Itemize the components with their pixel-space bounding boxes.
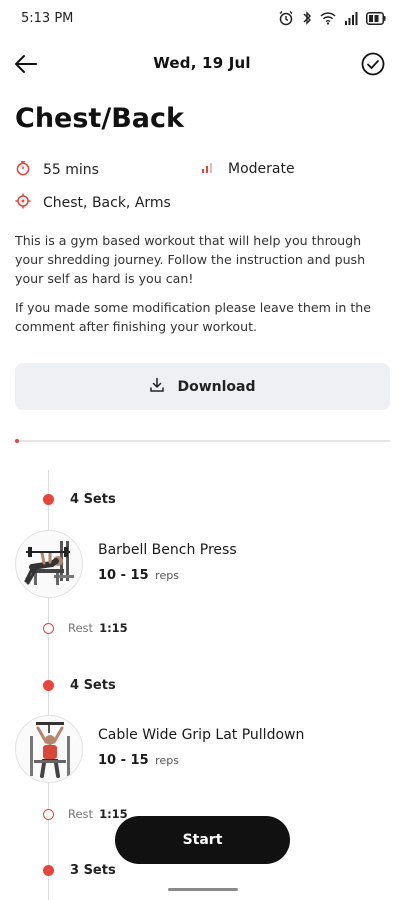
reps-range: 10 - 15 bbox=[98, 753, 149, 768]
target-icon bbox=[15, 193, 31, 213]
exercise-item[interactable]: Cable Wide Grip Lat Pulldown 10 - 15 rep… bbox=[15, 715, 390, 785]
rest-time: 1:15 bbox=[99, 807, 128, 821]
bluetooth-icon bbox=[302, 10, 312, 26]
bench-press-image bbox=[24, 541, 74, 585]
timeline-dot bbox=[43, 865, 54, 876]
check-circle-icon bbox=[360, 52, 386, 81]
download-icon bbox=[149, 377, 165, 397]
intensity-bars-icon bbox=[200, 160, 216, 178]
exercise-item[interactable]: Barbell Bench Press 10 - 15 reps bbox=[15, 530, 390, 600]
rest-marker: Rest 1:15 bbox=[43, 621, 128, 635]
wifi-icon bbox=[320, 11, 336, 25]
rest-label: Rest bbox=[68, 807, 94, 821]
battery-icon bbox=[366, 11, 386, 25]
intensity-text: Moderate bbox=[228, 161, 295, 177]
download-label: Download bbox=[177, 378, 256, 395]
exercise-name: Barbell Bench Press bbox=[98, 542, 237, 558]
workout-title: Chest/Back bbox=[15, 103, 184, 134]
exercise-reps: 10 - 15 reps bbox=[98, 568, 179, 583]
start-button[interactable]: Start bbox=[115, 816, 290, 864]
timeline-line bbox=[48, 470, 49, 488]
timeline-dot bbox=[43, 494, 54, 505]
sets-label: 4 Sets bbox=[70, 678, 116, 693]
complete-button[interactable] bbox=[360, 51, 386, 77]
alarm-icon bbox=[278, 10, 294, 26]
muscles-text: Chest, Back, Arms bbox=[43, 195, 171, 211]
rest-label: Rest bbox=[68, 621, 94, 635]
rest-ring-icon bbox=[43, 622, 54, 634]
intensity-info: Moderate bbox=[200, 160, 295, 178]
status-icons bbox=[278, 10, 386, 26]
download-button[interactable]: Download bbox=[15, 363, 390, 410]
status-time: 5:13 PM bbox=[21, 11, 74, 26]
reps-range: 10 - 15 bbox=[98, 568, 149, 583]
progress-fill bbox=[15, 439, 19, 443]
duration-info: 55 mins bbox=[15, 160, 99, 180]
sets-marker: 4 Sets bbox=[43, 492, 116, 507]
exercise-reps: 10 - 15 reps bbox=[98, 753, 179, 768]
reps-unit: reps bbox=[155, 569, 179, 582]
sets-label: 3 Sets bbox=[70, 863, 116, 878]
home-indicator[interactable] bbox=[168, 888, 238, 891]
duration-text: 55 mins bbox=[43, 162, 99, 178]
sets-marker: 3 Sets bbox=[43, 863, 116, 878]
workout-progress-bar bbox=[15, 439, 390, 443]
workout-note: If you made some modification please lea… bbox=[15, 300, 372, 334]
reps-unit: reps bbox=[155, 754, 179, 767]
timeline-dot bbox=[43, 680, 54, 691]
lat-pulldown-image bbox=[30, 722, 70, 778]
stopwatch-icon bbox=[15, 160, 31, 180]
exercise-thumbnail bbox=[15, 715, 83, 783]
exercise-thumbnail bbox=[15, 530, 83, 598]
muscles-info: Chest, Back, Arms bbox=[15, 193, 171, 213]
sets-label: 4 Sets bbox=[70, 492, 116, 507]
workout-description: This is a gym based workout that will he… bbox=[15, 233, 366, 286]
rest-ring-icon bbox=[43, 808, 54, 820]
app-header: Wed, 19 Jul bbox=[0, 44, 404, 84]
sets-marker: 4 Sets bbox=[43, 678, 116, 693]
header-date: Wed, 19 Jul bbox=[153, 54, 251, 72]
status-bar: 5:13 PM bbox=[0, 0, 404, 40]
signal-icon bbox=[344, 11, 358, 25]
rest-time: 1:15 bbox=[99, 621, 128, 635]
exercise-name: Cable Wide Grip Lat Pulldown bbox=[98, 727, 305, 743]
rest-marker: Rest 1:15 bbox=[43, 807, 128, 821]
